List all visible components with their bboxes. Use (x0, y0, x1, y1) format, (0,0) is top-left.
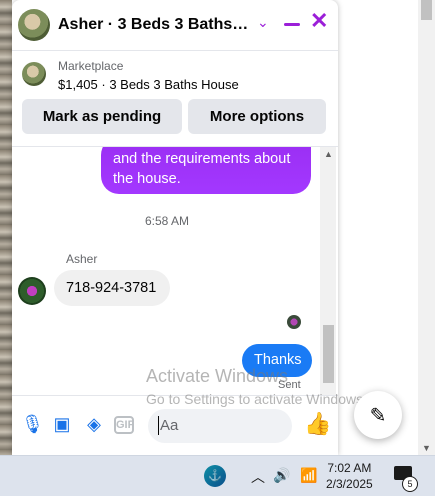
watermark-subtitle: Go to Settings to activate Windows. (146, 391, 367, 407)
mark-as-pending-button[interactable]: Mark as pending (22, 99, 182, 134)
sender-avatar[interactable] (18, 277, 46, 305)
chevron-down-icon[interactable]: ⌄ (257, 14, 269, 31)
chat-header[interactable]: Asher · 3 Beds 3 Baths House ⌄ ✕ (12, 0, 338, 51)
close-icon[interactable]: ✕ (310, 8, 328, 34)
system-clock[interactable]: 7:02 AM 2/3/2025 (326, 460, 373, 492)
photo-gallery-icon[interactable]: ▣ (52, 414, 72, 434)
scroll-up-arrow-icon[interactable]: ▲ (324, 149, 333, 159)
clock-time: 7:02 AM (327, 461, 372, 475)
new-message-compose-button[interactable]: ✎ (354, 391, 402, 439)
scroll-down-arrow-icon[interactable]: ▼ (422, 443, 431, 453)
chat-scrollbar[interactable]: ▲ (320, 147, 336, 395)
like-thumbs-up-icon[interactable]: 👍 (304, 411, 331, 437)
watermark-title: Activate Windows (146, 366, 289, 386)
gif-icon[interactable]: GIF (114, 416, 134, 434)
page-scrollbar[interactable]: ▼ (418, 0, 435, 455)
clock-date: 2/3/2025 (326, 477, 373, 491)
volume-icon[interactable]: 🔊 (273, 467, 290, 484)
conversation-title[interactable]: Asher · 3 Beds 3 Baths House (58, 16, 252, 34)
outgoing-message-bubble[interactable]: and the requirements about the house. (101, 147, 311, 194)
conversation-avatar[interactable] (18, 9, 50, 41)
message-timestamp: 6:58 AM (144, 214, 190, 228)
message-text: and the requirements about the house. (113, 151, 291, 187)
listing-thumbnail[interactable] (22, 62, 46, 86)
notification-count-badge: 5 (402, 476, 418, 492)
message-list: and the requirements about the house. 6:… (12, 147, 322, 395)
wifi-icon[interactable]: 📶 (300, 467, 317, 484)
message-input-container[interactable] (148, 409, 292, 443)
background-image-strip (0, 0, 12, 455)
taskbar-app-icon[interactable]: ⚓ (204, 465, 226, 487)
minimize-icon[interactable] (284, 10, 300, 38)
microphone-icon[interactable]: 🎙 (21, 414, 44, 434)
compose-icon: ✎ (369, 404, 387, 427)
activate-windows-watermark: Activate Windows Go to Settings to activ… (146, 366, 367, 407)
windows-taskbar: ⚓ ︿ 🔊 📶 7:02 AM 2/3/2025 5 (0, 455, 435, 496)
message-input[interactable] (158, 416, 262, 435)
marketplace-listing-bar: Marketplace $1,405 · 3 Beds 3 Baths Hous… (12, 51, 338, 147)
sender-name: Asher (66, 252, 98, 266)
sticker-icon[interactable]: ◈ (84, 414, 104, 434)
listing-source: Marketplace (58, 59, 124, 73)
show-hidden-icons-chevron-icon[interactable]: ︿ (251, 467, 265, 487)
message-text: 718-924-3781 (66, 280, 157, 296)
page-scrollbar-thumb[interactable] (421, 0, 432, 20)
more-options-button[interactable]: More options (188, 99, 326, 134)
listing-title[interactable]: $1,405 · 3 Beds 3 Baths House (58, 77, 239, 92)
seen-avatar-icon (287, 315, 301, 329)
incoming-message-bubble[interactable]: 718-924-3781 (54, 270, 170, 306)
